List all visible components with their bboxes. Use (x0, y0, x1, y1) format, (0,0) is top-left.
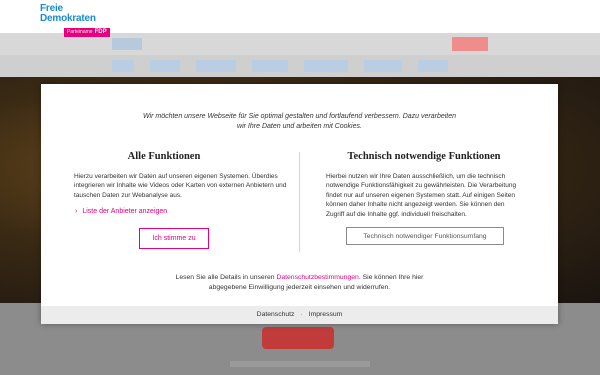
all-functions-text: Hierzu verarbeiten wir Daten auf unseren… (74, 173, 287, 199)
necessary-functions-title: Technisch notwendige Funktionen (347, 151, 501, 162)
chevron-right-icon: › (75, 208, 78, 215)
fdp-logo[interactable]: Freie Demokraten Parteiname FDP (40, 4, 110, 37)
necessary-only-button[interactable]: Technisch notwendiger Funktionsumfang (346, 227, 504, 245)
accept-all-button[interactable]: Ich stimme zu (139, 228, 209, 249)
privacy-policy-link[interactable]: Datenschutzbestimmungen (276, 274, 358, 281)
consent-intro-text: Wir möchten unsere Webseite für Sie opti… (142, 113, 457, 130)
footer-separator: · (300, 311, 303, 318)
site-header: Freie Demokraten Parteiname FDP (0, 0, 600, 37)
show-providers-label: Liste der Anbieter anzeigen (82, 208, 168, 215)
necessary-functions-column: Technisch notwendige Funktionen Hierbei … (326, 151, 522, 219)
consent-footer: Datenschutz · Impressum (41, 306, 558, 324)
necessary-functions-text: Hierbei nutzen wir Ihre Daten ausschließ… (326, 173, 517, 218)
show-providers-link[interactable]: › Liste der Anbieter anzeigen (75, 208, 167, 215)
logo-badge: Parteiname FDP (64, 28, 110, 37)
cookie-consent-dialog: Wir möchten unsere Webseite für Sie opti… (41, 84, 558, 324)
footer-imprint-link[interactable]: Impressum (309, 311, 343, 318)
logo-line-2: Demokraten (40, 13, 96, 24)
privacy-details-text: Lesen Sie alle Details in unseren Datens… (175, 274, 424, 291)
footer-privacy-link[interactable]: Datenschutz (257, 311, 295, 318)
all-functions-title: Alle Funktionen (127, 151, 201, 162)
background-nav-secondary (0, 55, 600, 77)
all-functions-column: Alle Funktionen Hierzu verarbeiten wir D… (74, 151, 294, 200)
column-divider (299, 152, 300, 252)
